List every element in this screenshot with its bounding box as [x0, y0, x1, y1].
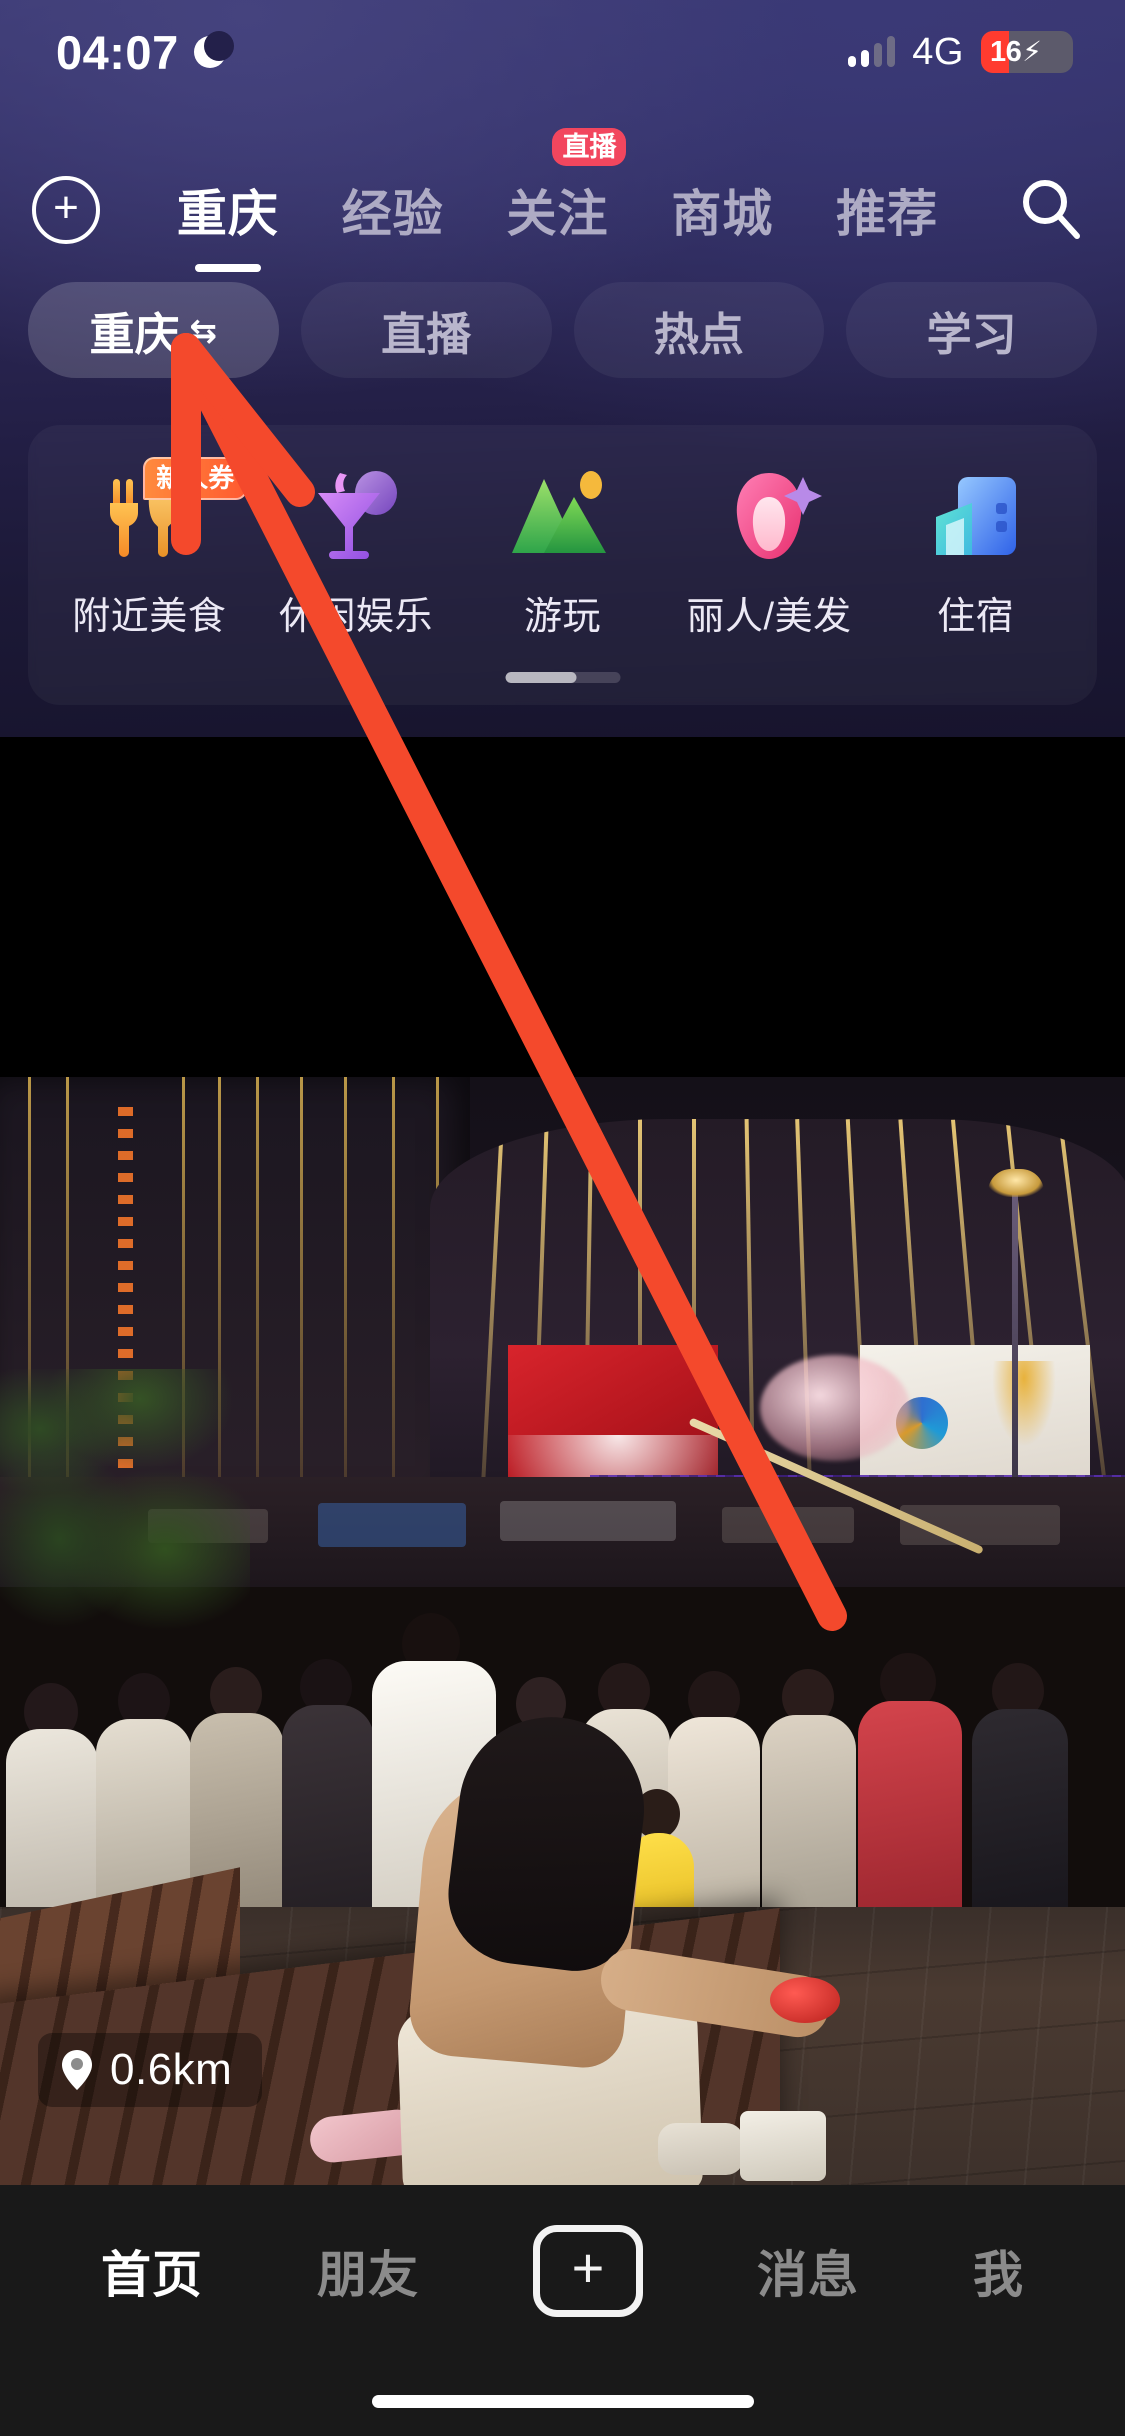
search-icon[interactable] [1015, 174, 1087, 246]
pill-label: 学习 [926, 308, 1017, 360]
tab-chongqing[interactable]: 重庆 [176, 174, 279, 272]
battery-percent: 16 [990, 35, 1022, 68]
pink-balloon-prop [760, 1355, 910, 1461]
category-entertainment[interactable]: 休闲娱乐 [253, 463, 460, 640]
battery-icon: 16 ⚡ [981, 31, 1073, 73]
tab-label: 重庆 [176, 186, 279, 242]
tab-active-underline [194, 264, 261, 272]
category-label: 游玩 [523, 596, 601, 638]
category-card: 新人券 附近美食 休闲娱乐 游玩 丽人/美发 住宿 [28, 425, 1097, 705]
status-time: 04:07 [56, 25, 179, 79]
tab-experience[interactable]: 经验 [342, 174, 444, 246]
category-travel[interactable]: 游玩 [459, 463, 666, 640]
plus-icon: + [571, 2236, 605, 2299]
status-bar: 04:07 4G 16 ⚡ [0, 0, 1125, 104]
street-lamp-pole [1012, 1185, 1018, 1485]
filter-pill-chongqing[interactable]: 重庆 ⇆ [28, 282, 279, 378]
location-pin-icon [62, 2050, 92, 2090]
video-frame [0, 1077, 1125, 2185]
signal-bars-icon [848, 36, 896, 67]
category-label: 休闲娱乐 [278, 596, 433, 638]
home-indicator [371, 2395, 754, 2408]
bottom-nav-label: 首页 [101, 2247, 203, 2303]
pill-label: 热点 [653, 308, 744, 360]
top-tabs: 重庆 经验 直播 关注 商城 推荐 [100, 128, 1015, 272]
distance-text: 0.6km [110, 2045, 233, 2094]
bottom-navigation-bar: 首页 朋友 + 消息 我 [0, 2185, 1125, 2436]
add-post-button[interactable]: + [32, 176, 100, 244]
pill-label: 重庆 [89, 308, 180, 360]
pill-label: 直播 [381, 308, 472, 360]
bottom-nav-friends[interactable]: 朋友 [317, 2235, 419, 2307]
tab-following[interactable]: 直播 关注 [506, 128, 627, 246]
create-post-button[interactable]: + [533, 2225, 643, 2317]
category-beauty[interactable]: 丽人/美发 [666, 463, 873, 640]
app-header: 04:07 4G 16 ⚡ + 重庆 经验 直播 关注 商城 推荐 重庆 ⇆ 直… [0, 0, 1125, 737]
mountain-sun-icon [512, 471, 607, 553]
bottom-nav-profile[interactable]: 我 [973, 2235, 1024, 2307]
video-feed-item[interactable]: 0.6km [0, 737, 1125, 2185]
distance-badge[interactable]: 0.6km [38, 2033, 263, 2107]
bottom-nav-label: 消息 [757, 2247, 859, 2303]
billboard-chandelier [992, 1361, 1056, 1447]
video-letterbox [0, 737, 1125, 1077]
live-badge: 直播 [552, 128, 627, 167]
category-label: 住宿 [937, 596, 1015, 638]
bottom-nav-home[interactable]: 首页 [101, 2235, 203, 2307]
beauty-sparkle-icon [736, 473, 823, 559]
bottom-nav-items: 首页 朋友 + 消息 我 [0, 2185, 1125, 2357]
bottom-nav-messages[interactable]: 消息 [757, 2235, 859, 2307]
bottom-nav-create[interactable]: + [533, 2225, 643, 2317]
filter-pill-study[interactable]: 学习 [846, 282, 1097, 378]
tab-label: 经验 [341, 186, 444, 242]
swap-icon: ⇆ [189, 311, 218, 349]
filter-pill-row: 重庆 ⇆ 直播 热点 学习 [0, 282, 1125, 378]
network-label: 4G [912, 30, 964, 73]
lightning-bolt-icon: ⚡ [1022, 36, 1042, 67]
bottom-nav-label: 我 [973, 2247, 1024, 2303]
cocktail-glass-icon [317, 471, 397, 559]
new-user-coupon-badge: 新人券 [143, 457, 248, 500]
plus-icon: + [53, 183, 79, 232]
status-bar-left: 04:07 [56, 25, 234, 80]
category-hotel[interactable]: 住宿 [872, 463, 1079, 640]
category-nearby-food[interactable]: 新人券 附近美食 [46, 457, 253, 640]
category-scroll-indicator[interactable] [505, 672, 620, 683]
phone-screen: 04:07 4G 16 ⚡ + 重庆 经验 直播 关注 商城 推荐 重庆 ⇆ 直… [0, 0, 1125, 2436]
moon-icon [193, 31, 234, 68]
filter-pill-live[interactable]: 直播 [300, 282, 552, 378]
bottom-nav-label: 朋友 [317, 2247, 419, 2303]
filter-pill-hot[interactable]: 热点 [573, 282, 825, 378]
tab-label: 商城 [671, 186, 774, 242]
tab-label: 推荐 [836, 186, 939, 242]
category-label: 丽人/美发 [686, 596, 852, 638]
status-bar-right: 4G 16 ⚡ [848, 31, 1073, 74]
category-label: 附近美食 [72, 596, 227, 638]
tab-mall[interactable]: 商城 [671, 174, 773, 246]
tab-label: 关注 [506, 186, 609, 242]
performer-foot [658, 2123, 744, 2175]
red-prop-object [770, 1977, 840, 2023]
white-bag [740, 2111, 826, 2181]
hotel-buildings-icon [935, 477, 1016, 555]
top-nav-row: + 重庆 经验 直播 关注 商城 推荐 [0, 128, 1125, 272]
tab-recommend[interactable]: 推荐 [836, 174, 938, 246]
category-list: 新人券 附近美食 休闲娱乐 游玩 丽人/美发 住宿 [28, 425, 1097, 640]
